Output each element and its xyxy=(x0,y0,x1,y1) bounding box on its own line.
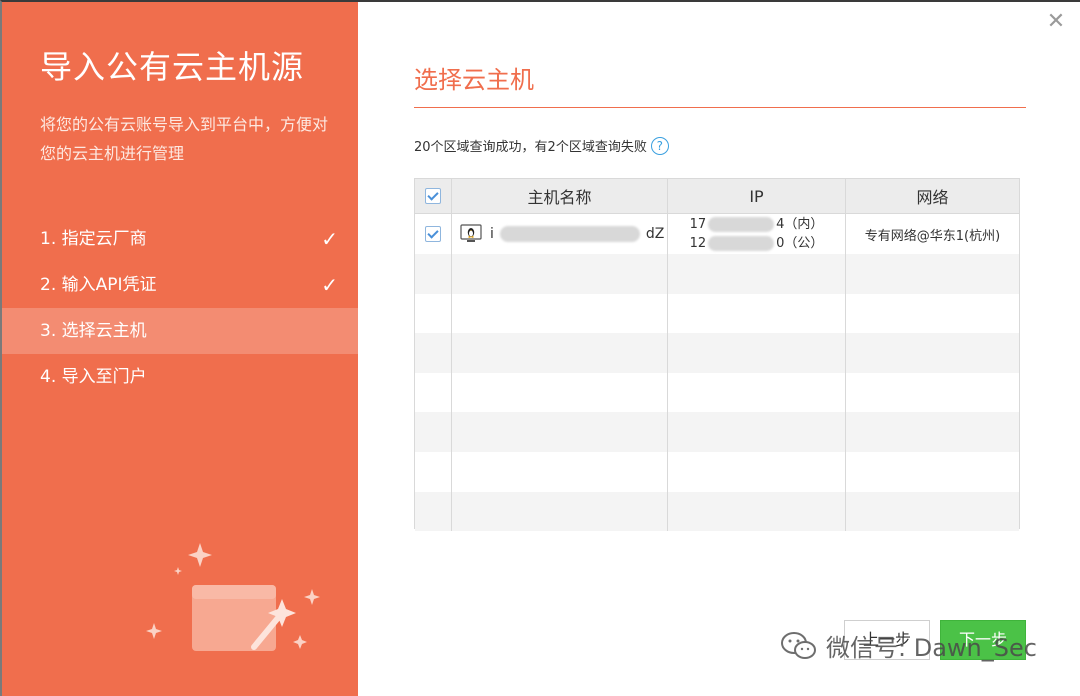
table-row-empty xyxy=(415,451,1019,492)
step-label: 4. 导入至门户 xyxy=(40,367,147,387)
check-icon: ✓ xyxy=(321,227,338,251)
wechat-watermark: 微信号: Dawn_Sec xyxy=(780,628,1037,663)
host-name-suffix: dZ xyxy=(645,226,665,242)
help-icon[interactable]: ? xyxy=(650,136,669,155)
table-row-empty xyxy=(415,372,1019,413)
redacted-ip-public xyxy=(708,236,775,251)
header-select-all xyxy=(415,179,452,213)
step-specify-provider[interactable]: 1. 指定云厂商 ✓ xyxy=(2,216,358,262)
title-divider xyxy=(414,107,1026,108)
network-cell: 专有网络@华东1(杭州) xyxy=(864,228,1001,244)
step-label: 3. 选择云主机 xyxy=(40,321,147,341)
wizard-steps: 1. 指定云厂商 ✓ 2. 输入API凭证 ✓ 3. 选择云主机 4. 导入至门… xyxy=(2,216,358,400)
summary-text: 20个区域查询成功，有2个区域查询失败 xyxy=(414,140,647,155)
table-row-empty xyxy=(415,412,1019,452)
header-ip: IP xyxy=(668,179,846,213)
host-name-prefix: i xyxy=(490,226,494,242)
step-label: 2. 输入API凭证 xyxy=(40,275,157,295)
header-host-name: 主机名称 xyxy=(452,179,668,213)
header-network: 网络 xyxy=(916,188,949,207)
redacted-host-name xyxy=(499,226,640,242)
table-row[interactable]: i dZ 17 4（内） 12 0（公） 专有网络@华东1(杭州) xyxy=(415,214,1019,254)
row-select-cell xyxy=(415,214,452,254)
check-icon: ✓ xyxy=(321,273,338,297)
table-row-empty xyxy=(415,333,1019,373)
wechat-icon xyxy=(781,631,816,659)
ip-public-line: 12 0（公） xyxy=(689,234,824,253)
step-select-hosts[interactable]: 3. 选择云主机 xyxy=(2,308,358,354)
linux-host-icon xyxy=(460,224,482,242)
host-name-cell: i dZ xyxy=(452,214,668,254)
ip-inner-suffix: 4（内） xyxy=(776,217,824,232)
wizard-sidebar: 导入公有云主机源 将您的公有云账号导入到平台中，方便对您的云主机进行管理 1. … xyxy=(2,2,358,696)
step-label: 1. 指定云厂商 xyxy=(40,229,147,249)
ip-public-prefix: 12 xyxy=(689,236,707,251)
host-table: 主机名称 IP 网络 i dZ 17 4（内） 12 0（公） 专有网络@华东1… xyxy=(414,178,1020,532)
table-row-empty xyxy=(415,293,1019,334)
watermark-text: 微信号: Dawn_Sec xyxy=(826,634,1037,662)
select-all-checkbox[interactable] xyxy=(425,188,441,204)
sidebar-description: 将您的公有云账号导入到平台中，方便对您的云主机进行管理 xyxy=(40,115,329,163)
redacted-ip-inner xyxy=(708,217,775,232)
ip-inner-line: 17 4（内） xyxy=(689,215,824,234)
step-import-portal[interactable]: 4. 导入至门户 xyxy=(2,354,358,400)
row-checkbox[interactable] xyxy=(425,226,441,242)
page-title: 选择云主机 xyxy=(414,66,534,94)
ip-inner-prefix: 17 xyxy=(689,217,707,232)
table-row-empty xyxy=(415,254,1019,294)
close-icon[interactable]: ✕ xyxy=(1044,10,1068,34)
query-summary: 20个区域查询成功，有2个区域查询失败 ? xyxy=(414,136,669,155)
wizard-illustration xyxy=(146,543,320,651)
step-api-credentials[interactable]: 2. 输入API凭证 ✓ xyxy=(2,262,358,308)
table-row-empty xyxy=(415,491,1019,532)
table-header: 主机名称 IP 网络 xyxy=(415,179,1019,214)
sidebar-title: 导入公有云主机源 xyxy=(40,48,305,86)
ip-public-suffix: 0（公） xyxy=(776,236,824,251)
ip-cell: 17 4（内） 12 0（公） xyxy=(668,214,846,254)
